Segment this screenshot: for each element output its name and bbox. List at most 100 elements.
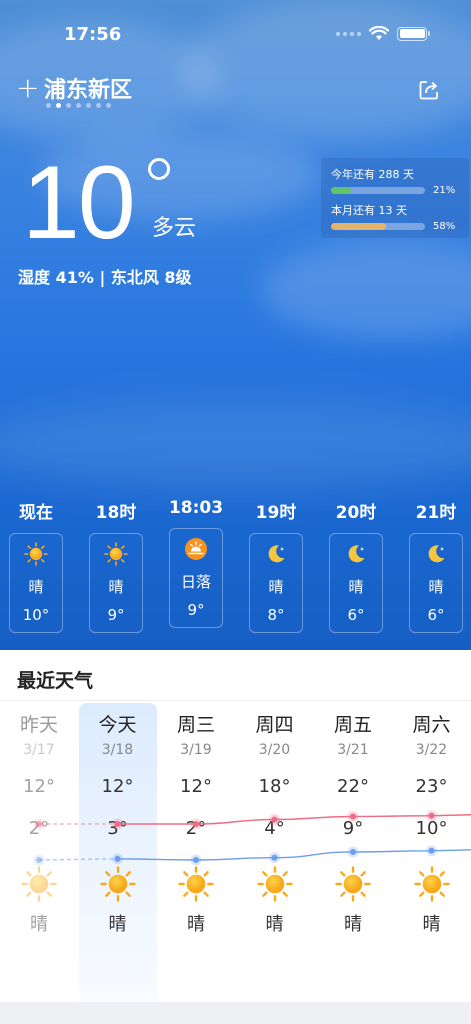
sun-icon: [24, 542, 48, 570]
page-dot: [106, 103, 111, 108]
hour-condition: 日落: [180, 573, 211, 591]
hourly-item[interactable]: 现在 晴 10°: [9, 498, 63, 633]
high-temp-line: [117, 814, 471, 825]
low-temp-point: [114, 855, 121, 862]
signal-icon: [336, 31, 361, 36]
battery-icon: [397, 26, 430, 41]
hourly-item[interactable]: 18:03 日落 9°: [169, 498, 223, 628]
sun-icon: [79, 866, 157, 902]
status-bar: 17:56: [0, 0, 471, 60]
day-high: 23°: [415, 776, 448, 797]
year-progress-bar: [331, 187, 351, 194]
sun-icon: [393, 866, 471, 902]
low-temp-past-segment: [38, 858, 118, 861]
hour-condition: 晴: [428, 578, 444, 596]
month-remaining-label: 本月还有 13 天: [331, 204, 407, 217]
day-date: 3/22: [415, 742, 448, 758]
day-name: 周三: [176, 714, 215, 736]
day-date: 3/19: [180, 742, 212, 758]
hourly-forecast[interactable]: 现在 晴 10° 18时 晴 9° 18:03 日落 9° 19时 晴 8° 2…: [0, 498, 471, 638]
recent-weather-title: 最近天气: [17, 670, 94, 692]
day-name: 周五: [333, 714, 372, 736]
hour-time: 18时: [95, 503, 137, 523]
share-icon[interactable]: [417, 78, 441, 102]
page-dot: [96, 103, 101, 108]
year-month-progress: 今年还有 288 天 21% 本月还有 13 天 58%: [321, 158, 469, 238]
humidity-wind: 湿度 41% | 东北风 8级: [18, 268, 192, 287]
day-name: 周四: [255, 714, 294, 736]
high-temp-point: [350, 813, 356, 820]
hour-condition: 晴: [28, 578, 44, 596]
hour-card: 晴 9°: [89, 533, 143, 633]
day-name: 周六: [412, 714, 451, 736]
day-high: 22°: [337, 776, 369, 797]
hour-time: 现在: [19, 503, 53, 523]
year-remaining-label: 今年还有 288 天: [331, 168, 414, 181]
moon-icon: [424, 542, 448, 570]
hour-time: 18:03: [168, 498, 224, 518]
page-dot: [46, 103, 51, 108]
hour-card: 晴 6°: [329, 533, 383, 633]
low-temp-point: [428, 847, 435, 854]
sun-icon: [314, 866, 392, 902]
high-temp-point: [428, 812, 435, 819]
hour-temp: 10°: [22, 606, 50, 624]
day-date: 3/20: [258, 742, 291, 758]
low-temp-point: [271, 854, 278, 861]
day-high: 12°: [101, 776, 134, 797]
moon-icon: [264, 542, 288, 570]
low-temp-line: [117, 849, 471, 861]
hourly-item[interactable]: 20时 晴 6°: [329, 498, 383, 633]
day-date: 3/17: [23, 742, 55, 758]
hourly-item[interactable]: 21时 晴 6°: [409, 498, 463, 633]
day-high: 12°: [23, 776, 55, 797]
current-temperature: 10: [22, 145, 136, 261]
high-temp-point: [36, 821, 42, 827]
year-progress-pct: 21%: [433, 185, 456, 196]
recent-weather-panel: 最近天气 昨天 3/17 12° 2° 晴 今天 3/18 12° 3° 晴 周…: [0, 650, 471, 1002]
hour-temp: 6°: [427, 606, 445, 624]
sunset-icon: [184, 537, 208, 565]
weather-hero: 17:56 + 浦东新区 10 多云 湿度 41% | 东北风 8级 今年还有 …: [0, 0, 471, 650]
page-dot: [66, 103, 71, 108]
day-name: 昨天: [19, 714, 58, 736]
hourly-item[interactable]: 18时 晴 9°: [89, 498, 143, 633]
hour-card: 晴 10°: [9, 533, 63, 633]
month-progress-bar: [331, 223, 386, 230]
hour-card: 晴 8°: [249, 533, 303, 633]
day-condition: 晴: [30, 914, 48, 935]
current-condition: 多云: [152, 216, 197, 241]
hour-time: 19时: [255, 503, 297, 523]
location-name[interactable]: 浦东新区: [44, 72, 132, 104]
hourly-item[interactable]: 19时 晴 8°: [249, 498, 303, 633]
hour-temp: 9°: [187, 601, 205, 619]
sun-icon: [0, 866, 78, 902]
high-temp-point: [114, 821, 121, 827]
low-temp-point: [193, 857, 199, 863]
page-indicator: [46, 103, 111, 108]
page-dot: [86, 103, 91, 108]
hour-time: 20时: [335, 503, 377, 523]
sun-icon: [104, 542, 128, 570]
low-temp-point: [36, 857, 42, 863]
hour-card: 晴 6°: [409, 533, 463, 633]
add-city-button[interactable]: +: [16, 73, 42, 103]
status-time: 17:56: [64, 24, 122, 45]
high-temp-point: [193, 821, 199, 827]
day-high: 12°: [180, 776, 212, 797]
sun-icon: [236, 866, 314, 902]
hour-condition: 晴: [268, 578, 284, 596]
sun-icon: [157, 866, 235, 902]
hour-card: 日落 9°: [169, 528, 223, 628]
wifi-icon: [369, 26, 389, 40]
hour-temp: 8°: [267, 606, 285, 624]
month-progress-pct: 58%: [433, 221, 456, 232]
degree-symbol: [148, 158, 170, 180]
hour-time: 21时: [415, 503, 457, 523]
day-date: 3/18: [101, 742, 134, 758]
day-condition: 晴: [422, 914, 441, 935]
day-condition: 晴: [108, 914, 127, 935]
day-date: 3/21: [337, 742, 369, 758]
day-condition: 晴: [265, 914, 284, 935]
low-temp-point: [350, 848, 356, 855]
